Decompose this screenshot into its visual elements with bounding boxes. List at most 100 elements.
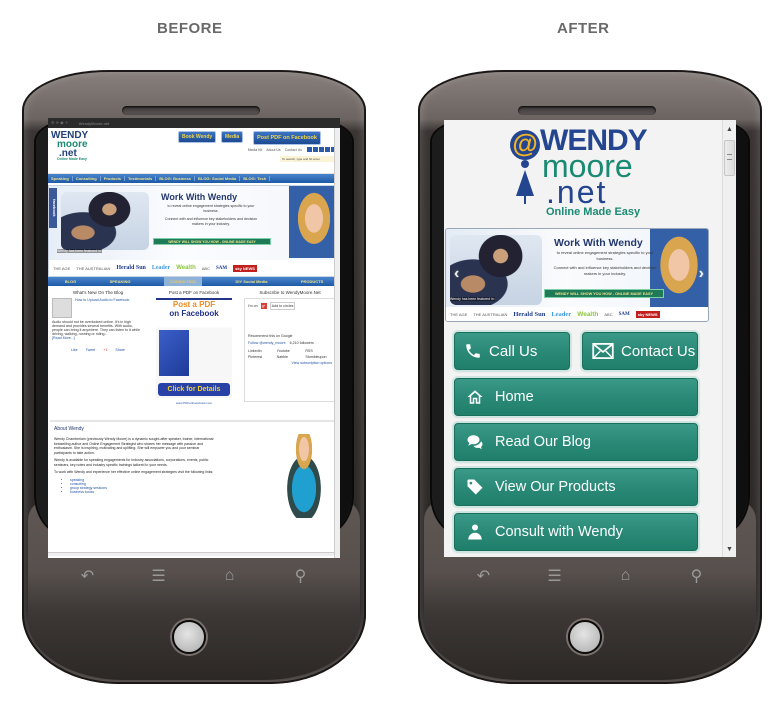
read-our-blog-label: Read Our Blog bbox=[495, 434, 591, 450]
back-icon[interactable]: ↶ bbox=[469, 566, 499, 586]
wendy-portrait-image bbox=[289, 186, 339, 258]
logo-sky-news: sky NEWS bbox=[635, 310, 660, 318]
logo-the-australian: THE AUSTRALIAN bbox=[76, 265, 111, 271]
linkedin-icon[interactable] bbox=[325, 147, 330, 152]
logo-wealth: Wealth bbox=[176, 265, 196, 271]
post-excerpt: Audio should not be overlooked online. I… bbox=[52, 320, 141, 336]
banner-strip: WENDY WILL SHOW YOU HOW - ONLINE MADE EA… bbox=[153, 238, 271, 245]
post-thumbnail[interactable] bbox=[52, 298, 72, 318]
recommend-google[interactable]: Recommend this on Google bbox=[248, 334, 332, 338]
media-button[interactable]: Media bbox=[221, 131, 244, 143]
scroll-down-icon[interactable]: ▼ bbox=[726, 546, 733, 553]
media-logos: THE AGE THE AUSTRALIAN Herald Sun Leader… bbox=[49, 260, 339, 276]
nav-products[interactable]: Products bbox=[101, 176, 126, 181]
scroll-thumb[interactable] bbox=[724, 140, 735, 176]
search-icon[interactable]: ⚲ bbox=[286, 566, 316, 586]
screen-after: @ WENDY moore .net Online Made Easy Work… bbox=[444, 120, 736, 557]
read-our-blog-button[interactable]: Read Our Blog bbox=[454, 423, 698, 461]
network-youtube[interactable]: Youtube bbox=[277, 349, 304, 353]
banner-strip: WENDY WILL SHOW YOU HOW - ONLINE MADE EA… bbox=[544, 289, 664, 298]
contact-us-button[interactable]: Contact Us bbox=[582, 332, 698, 370]
media-kit-link[interactable]: Media Kit bbox=[248, 148, 263, 152]
logo-leader: Leader bbox=[551, 310, 572, 318]
post-pdf-button[interactable]: Post PDF on Facebook bbox=[253, 131, 321, 145]
follow-twitter-button[interactable]: Follow @wendy_moore bbox=[248, 341, 286, 345]
network-nabble[interactable]: Nabble bbox=[277, 355, 304, 359]
google-plus-icon[interactable]: g+ bbox=[260, 303, 267, 309]
search-input[interactable]: To search, type and hit enter bbox=[280, 156, 336, 162]
consult-with-wendy-button[interactable]: Consult with Wendy bbox=[454, 513, 698, 551]
contact-us-link[interactable]: Contact Us bbox=[285, 148, 302, 152]
nav-blog-social-media[interactable]: BLOG: Social Media bbox=[195, 176, 241, 181]
nav-testimonials[interactable]: Testimonials bbox=[125, 176, 157, 181]
logo-the-age: THE AGE bbox=[450, 311, 468, 317]
facebook-tab[interactable]: facebook bbox=[49, 188, 57, 228]
site-logo[interactable]: @ WENDY moore .net Online Made Easy bbox=[444, 120, 722, 228]
nav-consulting[interactable]: Consulting bbox=[73, 176, 101, 181]
pdf-ad[interactable]: Post a PDF on Facebook Click for Details bbox=[156, 298, 232, 398]
trackball-button[interactable] bbox=[568, 620, 602, 654]
back-icon[interactable]: ↶ bbox=[73, 566, 103, 586]
add-to-circles-button[interactable]: Add to circles bbox=[269, 302, 296, 310]
tweet-button[interactable]: Tweet bbox=[86, 348, 96, 352]
plus-one-button[interactable]: +1 bbox=[103, 348, 107, 352]
google-icon[interactable] bbox=[319, 147, 324, 152]
subnav-speaking[interactable]: SPEAKING bbox=[110, 279, 131, 284]
browser-status-bar: ⚙ ⟳ ◉ ＋ WendyMoore.net bbox=[48, 118, 340, 128]
scroll-up-icon[interactable]: ▲ bbox=[726, 126, 733, 133]
facebook-icon[interactable] bbox=[307, 147, 312, 152]
banner-text-1: to reveal online engagement strategies s… bbox=[167, 204, 255, 214]
subnav-consulting[interactable]: CONSULTING bbox=[163, 277, 203, 286]
trackball-button[interactable] bbox=[172, 620, 206, 654]
subscribe-widget: Subscribe to WendyMoore.Net I'm on g+ Ad… bbox=[242, 290, 338, 412]
network-pinterest[interactable]: Pinterest bbox=[248, 355, 275, 359]
earpiece-speaker bbox=[518, 106, 656, 115]
slider-prev-arrow-icon[interactable]: ‹ bbox=[454, 265, 459, 283]
blog-widget: What's New On The Blog How to Upload Aud… bbox=[50, 290, 146, 412]
menu-icon[interactable]: ☰ bbox=[144, 566, 174, 586]
like-button[interactable]: Like bbox=[71, 348, 78, 352]
subscription-options-link[interactable]: View subscription options bbox=[248, 361, 333, 365]
network-linkedin[interactable]: LinkedIn bbox=[248, 349, 275, 353]
phone-before: ⚙ ⟳ ◉ ＋ WendyMoore.net WENDY moore .net … bbox=[22, 70, 366, 684]
banner-text-1: to reveal online engagement strategies s… bbox=[556, 250, 654, 261]
read-more-link[interactable]: [Read More...] bbox=[52, 336, 144, 340]
network-stumbleupon[interactable]: Stumbleupon bbox=[305, 355, 332, 359]
network-rss[interactable]: RSS bbox=[305, 349, 332, 353]
hero-slider[interactable]: Work With Wendy to reveal online engagem… bbox=[445, 228, 709, 322]
logo-herald-sun: Herald Sun bbox=[513, 310, 546, 318]
horizontal-scrollbar[interactable] bbox=[48, 552, 334, 556]
home-icon[interactable]: ⌂ bbox=[611, 567, 641, 585]
hero-banner[interactable]: facebook Work With Wendy to reveal onlin… bbox=[48, 185, 340, 277]
vertical-scrollbar[interactable]: ▲ ▼ bbox=[722, 120, 736, 557]
browser-tab[interactable]: WendyMoore.net bbox=[79, 121, 109, 126]
twitter-followers: 6,210 followers bbox=[289, 341, 314, 345]
logo-the-age: THE AGE bbox=[53, 265, 71, 271]
post-title-link[interactable]: How to Upload Audio to Facebook bbox=[75, 298, 129, 318]
menu-icon[interactable]: ☰ bbox=[540, 566, 570, 586]
gplus-label: I'm on bbox=[248, 304, 258, 308]
subnav-products[interactable]: PRODUCTS bbox=[301, 279, 323, 284]
nav-blog-business[interactable]: BLOG: Business bbox=[156, 176, 195, 181]
vertical-scrollbar[interactable] bbox=[334, 128, 340, 558]
about-us-link[interactable]: About Us bbox=[266, 148, 280, 152]
nav-blog-tech[interactable]: BLOG: Tech bbox=[240, 176, 271, 181]
view-our-products-button[interactable]: View Our Products bbox=[454, 468, 698, 506]
call-us-button[interactable]: Call Us bbox=[454, 332, 570, 370]
nav-speaking[interactable]: Speaking bbox=[48, 176, 73, 181]
pinterest-icon[interactable] bbox=[313, 147, 318, 152]
search-icon[interactable]: ⚲ bbox=[682, 566, 712, 586]
click-for-details-button[interactable]: Click for Details bbox=[158, 383, 230, 396]
logo-figure-icon bbox=[516, 160, 534, 204]
book-wendy-button[interactable]: Book Wendy bbox=[178, 131, 217, 143]
subnav-blog[interactable]: BLOG bbox=[65, 279, 77, 284]
pdf-url-link[interactable]: www.PDFonFacebook.com bbox=[148, 401, 240, 405]
share-button[interactable]: Share bbox=[115, 348, 125, 352]
site-logo[interactable]: WENDY moore .net Online Made Easy bbox=[51, 131, 88, 161]
home-button[interactable]: Home bbox=[454, 378, 698, 416]
blog-widget-heading: What's New On The Blog bbox=[72, 290, 124, 295]
home-icon[interactable]: ⌂ bbox=[215, 567, 245, 585]
slider-next-arrow-icon[interactable]: › bbox=[699, 265, 704, 283]
secondary-nav: BLOG SPEAKING CONSULTING DIY Social Medi… bbox=[48, 277, 340, 286]
subnav-diy-social-media[interactable]: DIY Social Media bbox=[235, 279, 267, 284]
